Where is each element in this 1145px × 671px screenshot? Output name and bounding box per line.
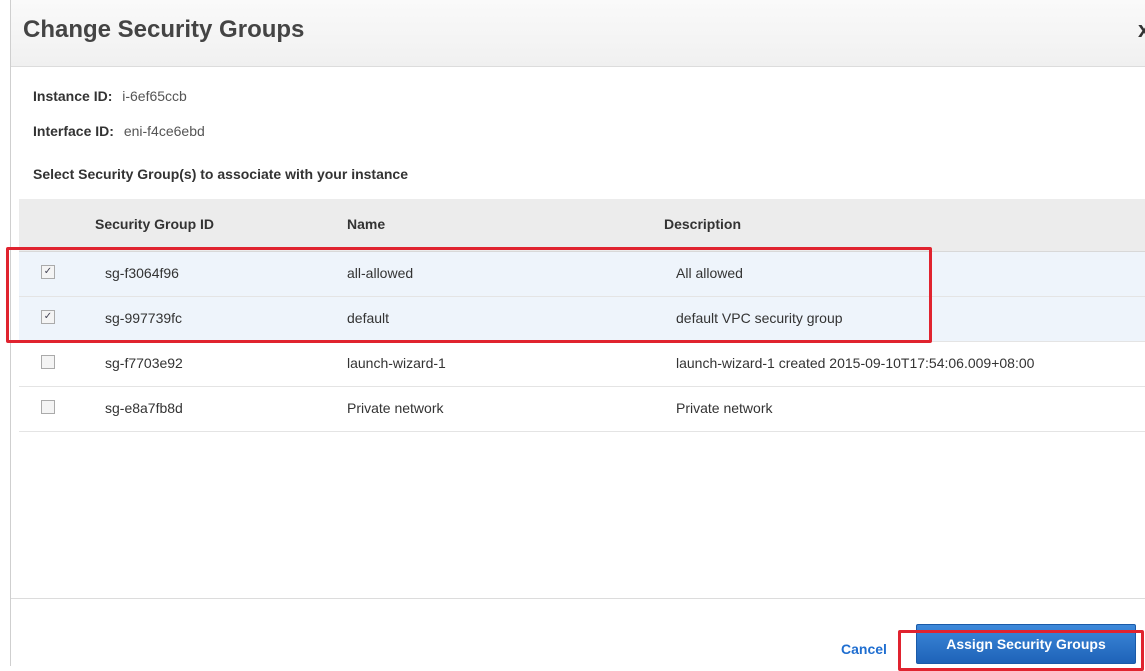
row-name: launch-wizard-1	[347, 355, 446, 371]
instance-id-label: Instance ID:	[33, 88, 113, 104]
row-checkbox[interactable]: ✓	[41, 265, 55, 279]
row-checkbox[interactable]	[41, 355, 55, 369]
row-checkbox[interactable]	[41, 400, 55, 414]
select-heading: Select Security Group(s) to associate wi…	[33, 166, 408, 182]
assign-security-groups-button[interactable]: Assign Security Groups	[916, 624, 1136, 664]
row-group-id: sg-997739fc	[105, 310, 183, 326]
security-groups-table: Security Group ID Name Description ✓ sg-…	[19, 199, 1145, 432]
interface-id-label: Interface ID:	[33, 123, 114, 139]
dialog-title: Change Security Groups	[23, 16, 305, 43]
table-row[interactable]: ✓ sg-997739fc default default VPC securi…	[19, 297, 1145, 342]
close-icon[interactable]: x	[1138, 17, 1145, 43]
row-description: Private network	[676, 400, 773, 416]
row-group-id: sg-e8a7fb8d	[105, 400, 183, 416]
row-checkbox[interactable]: ✓	[41, 310, 55, 324]
row-description: launch-wizard-1 created 2015-09-10T17:54…	[676, 355, 1035, 371]
dialog-header: Change Security Groups x	[11, 0, 1145, 67]
row-description: All allowed	[676, 265, 743, 281]
header-description[interactable]: Description	[664, 216, 741, 232]
instance-id-value: i-6ef65ccb	[122, 88, 187, 104]
interface-id-value: eni-f4ce6ebd	[123, 123, 205, 139]
instance-id-row: Instance ID: i-6ef65ccb	[33, 88, 187, 104]
interface-id-row: Interface ID: eni-f4ce6ebd	[33, 123, 205, 139]
row-name: default	[347, 310, 390, 326]
row-group-id: sg-f3064f96	[105, 265, 179, 281]
header-group-id[interactable]: Security Group ID	[95, 216, 214, 232]
table-row[interactable]: sg-f7703e92 launch-wizard-1 launch-wizar…	[19, 342, 1145, 387]
row-description: default VPC security group	[676, 310, 843, 326]
cancel-button[interactable]: Cancel	[841, 641, 887, 657]
table-row[interactable]: sg-e8a7fb8d Private network Private netw…	[19, 387, 1145, 432]
table-header: Security Group ID Name Description	[19, 199, 1145, 252]
dialog-footer: Cancel Assign Security Groups	[11, 598, 1145, 666]
row-name: all-allowed	[347, 265, 414, 281]
row-group-id: sg-f7703e92	[105, 355, 183, 371]
header-name[interactable]: Name	[347, 216, 385, 232]
row-name: Private network	[347, 400, 444, 416]
change-security-groups-dialog: Change Security Groups x Instance ID: i-…	[10, 0, 1145, 666]
table-row[interactable]: ✓ sg-f3064f96 all-allowed All allowed	[19, 252, 1145, 297]
